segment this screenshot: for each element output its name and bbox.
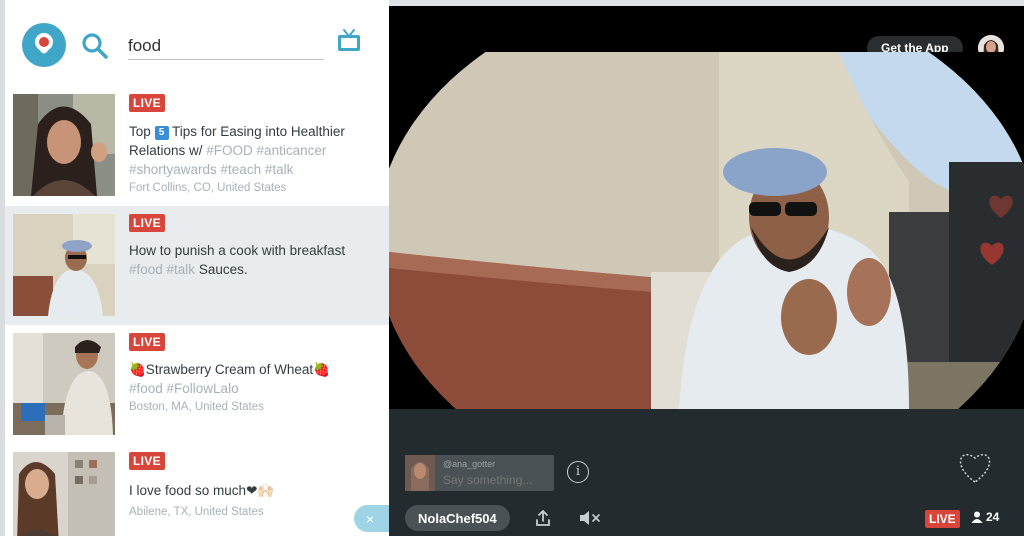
live-badge: LIVE: [925, 510, 960, 528]
search-panel: LIVE Top 5 Tips for Easing into Healthie…: [0, 0, 389, 536]
comment-username: @ana_gotter: [443, 459, 496, 469]
live-badge: LIVE: [129, 214, 165, 232]
player-controls: @ana_gotter i NolaChef504 LIVE: [389, 409, 1024, 536]
broadcast-title: Top 5 Tips for Easing into Healthier Rel…: [129, 124, 345, 177]
list-item[interactable]: LIVE 🍓Strawberry Cream of Wheat🍓 #food #F…: [5, 324, 389, 443]
comment-input[interactable]: [443, 473, 551, 487]
broadcast-title: How to punish a cook with breakfast #food…: [129, 243, 346, 277]
broadcast-thumbnail: [13, 452, 115, 536]
live-video-frame[interactable]: [389, 52, 1024, 409]
comment-box[interactable]: @ana_gotter: [405, 455, 554, 491]
broadcast-title: I love food so much❤🙌🏻: [129, 483, 275, 498]
video-player: Get the App @ana_gotter Say something...…: [389, 0, 1024, 536]
tv-icon[interactable]: [336, 28, 362, 54]
broadcast-thumbnail: [13, 333, 115, 435]
broadcaster-name-button[interactable]: NolaChef504: [405, 505, 510, 531]
close-icon: ×: [366, 510, 375, 527]
live-badge: LIVE: [129, 333, 165, 351]
broadcast-location: Fort Collins, CO, United States: [129, 182, 287, 194]
periscope-logo-icon: [35, 33, 53, 54]
viewer-count: 24: [971, 510, 999, 524]
broadcast-location: Abilene, TX, United States: [129, 506, 264, 518]
viewer-count-value: 24: [986, 510, 1000, 524]
mute-icon[interactable]: [579, 510, 603, 526]
broadcast-thumbnail: [13, 214, 115, 316]
close-button[interactable]: ×: [354, 505, 389, 532]
search-icon[interactable]: [81, 32, 109, 60]
list-item[interactable]: LIVE Top 5 Tips for Easing into Healthie…: [5, 90, 389, 209]
browser-tab-strip: [389, 0, 1024, 6]
app-window: LIVE Top 5 Tips for Easing into Healthie…: [0, 0, 1024, 536]
broadcast-title: 🍓Strawberry Cream of Wheat🍓 #food #Follow…: [129, 362, 330, 396]
avatar: [405, 455, 435, 491]
heart-icon: [986, 193, 1016, 219]
list-item[interactable]: LIVE I love food so much❤🙌🏻 Abilene, TX,…: [5, 443, 389, 536]
broadcast-location: Boston, MA, United States: [129, 401, 264, 413]
periscope-logo-button[interactable]: [22, 23, 66, 67]
broadcast-thumbnail: [13, 94, 115, 196]
heart-icon[interactable]: [955, 449, 995, 485]
list-item[interactable]: LIVE How to punish a cook with breakfast…: [5, 206, 389, 325]
heart-icon: [977, 240, 1007, 266]
share-icon[interactable]: [534, 509, 552, 527]
info-button[interactable]: i: [567, 461, 589, 483]
five-emoji: 5: [154, 126, 169, 140]
live-badge: LIVE: [129, 452, 165, 470]
viewer-icon: [971, 511, 983, 523]
live-badge: LIVE: [129, 94, 165, 112]
search-topbar: [5, 0, 389, 90]
search-input[interactable]: [128, 30, 324, 60]
